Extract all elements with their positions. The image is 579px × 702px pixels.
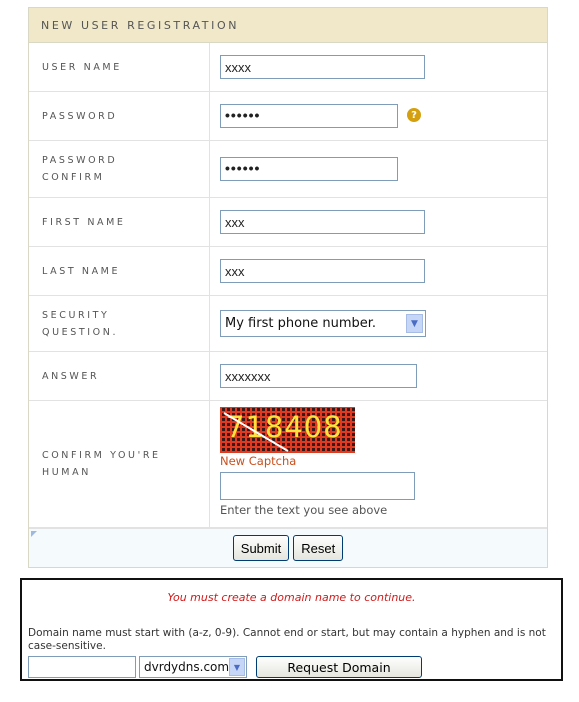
row-password: PASSWORD •••••• ? <box>29 92 547 141</box>
row-first-name: FIRST NAME xxx <box>29 198 547 247</box>
row-security-question: SECURITY QUESTION. My first phone number… <box>29 296 547 352</box>
row-password-confirm: PASSWORD CONFIRM •••••• <box>29 141 547 198</box>
password-label: PASSWORD <box>29 92 210 140</box>
corner-marker <box>31 531 37 537</box>
last-name-label: LAST NAME <box>29 247 210 295</box>
row-username: USER NAME xxxx <box>29 43 547 92</box>
security-question-label: SECURITY QUESTION. <box>29 296 210 351</box>
form-header: NEW USER REGISTRATION <box>29 8 547 43</box>
captcha-label: CONFIRM YOU'RE HUMAN <box>29 401 210 527</box>
username-input[interactable]: xxxx <box>220 55 425 79</box>
domain-description: Domain name must start with (a-z, 0-9). … <box>28 627 546 652</box>
domain-name-input[interactable] <box>28 656 136 678</box>
password-confirm-input[interactable]: •••••• <box>220 157 398 181</box>
row-answer: ANSWER xxxxxxx <box>29 352 547 401</box>
domain-suffix-select[interactable]: dvrdydns.com ▼ <box>139 656 247 678</box>
first-name-label: FIRST NAME <box>29 198 210 246</box>
answer-input[interactable]: xxxxxxx <box>220 364 417 388</box>
row-last-name: LAST NAME xxx <box>29 247 547 296</box>
first-name-input[interactable]: xxx <box>220 210 425 234</box>
captcha-input[interactable] <box>220 472 415 500</box>
domain-suffix-selected: dvrdydns.com <box>144 660 230 674</box>
answer-label: ANSWER <box>29 352 210 400</box>
domain-request-box: You must create a domain name to continu… <box>20 578 563 681</box>
password-input[interactable]: •••••• <box>220 104 398 128</box>
password-confirm-label: PASSWORD CONFIRM <box>29 141 210 197</box>
security-question-selected: My first phone number. <box>225 316 377 331</box>
chevron-down-icon[interactable]: ▼ <box>229 658 245 676</box>
request-domain-button[interactable]: Request Domain <box>256 656 422 678</box>
captcha-strike-line <box>223 412 289 452</box>
form-title: NEW USER REGISTRATION <box>41 18 240 32</box>
button-row: Submit Reset <box>29 528 547 567</box>
help-icon[interactable]: ? <box>407 108 421 122</box>
captcha-image: 718408 <box>220 407 355 453</box>
submit-button[interactable]: Submit <box>232 535 290 561</box>
username-label: USER NAME <box>29 43 210 91</box>
last-name-input[interactable]: xxx <box>220 259 425 283</box>
captcha-hint: Enter the text you see above <box>220 503 388 517</box>
new-captcha-link[interactable]: New Captcha <box>220 454 415 468</box>
domain-error-message: You must create a domain name to continu… <box>167 591 416 604</box>
registration-form: NEW USER REGISTRATION USER NAME xxxx PAS… <box>28 7 548 568</box>
security-question-select[interactable]: My first phone number. ▼ <box>220 310 426 337</box>
row-captcha: CONFIRM YOU'RE HUMAN 718408 New Captcha … <box>29 401 547 528</box>
reset-button[interactable]: Reset <box>293 535 344 561</box>
chevron-down-icon[interactable]: ▼ <box>406 314 423 333</box>
